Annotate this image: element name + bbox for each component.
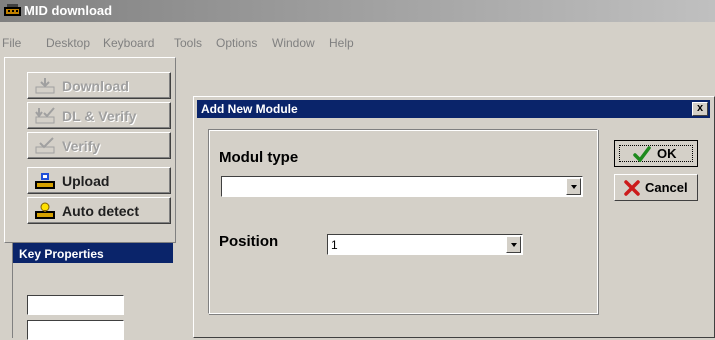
ok-button-label: OK <box>657 146 677 161</box>
menu-bar: File Desktop Keyboard Tools Options Wind… <box>0 32 715 54</box>
modul-type-label: Modul type <box>219 149 299 166</box>
upload-button-label: Upload <box>62 173 110 189</box>
toolbar-panel: Download DL & Verify Verify Upload Auto … <box>4 57 176 243</box>
app-icon <box>4 4 21 16</box>
dialog-close-button[interactable]: x <box>692 102 708 116</box>
download-button-label: Download <box>62 78 129 94</box>
download-icon <box>35 78 55 94</box>
add-new-module-dialog: Add New Module x Modul type Position 1 O… <box>193 96 715 338</box>
menu-options[interactable]: Options <box>216 36 257 50</box>
key-property-field-1[interactable] <box>27 295 124 315</box>
dialog-title: Add New Module <box>201 102 298 116</box>
position-select[interactable]: 1 <box>327 234 523 255</box>
menu-tools[interactable]: Tools <box>174 36 202 50</box>
key-properties-header: Key Properties <box>13 243 173 263</box>
auto-detect-button[interactable]: Auto detect <box>27 197 171 224</box>
verify-button-label: Verify <box>62 138 101 154</box>
dl-verify-icon <box>35 107 55 124</box>
auto-detect-icon <box>35 202 55 219</box>
menu-file[interactable]: File <box>2 36 21 50</box>
dl-verify-button[interactable]: DL & Verify <box>27 102 171 129</box>
chevron-down-icon[interactable] <box>506 236 521 253</box>
menu-keyboard[interactable]: Keyboard <box>103 36 154 50</box>
menu-help[interactable]: Help <box>329 36 354 50</box>
focus-ring <box>619 145 693 162</box>
chevron-down-icon[interactable] <box>566 178 581 195</box>
window-title-bar: MID download <box>0 0 715 22</box>
close-icon: x <box>696 102 704 114</box>
key-properties-panel: Key Properties <box>12 243 175 340</box>
menu-window[interactable]: Window <box>272 36 315 50</box>
cancel-x-icon <box>624 180 640 196</box>
modul-type-select[interactable] <box>221 176 583 197</box>
menu-desktop[interactable]: Desktop <box>46 36 90 50</box>
download-button[interactable]: Download <box>27 72 171 99</box>
ok-button[interactable]: OK <box>614 140 698 167</box>
dialog-title-bar: Add New Module x <box>197 100 710 118</box>
module-settings-group: Modul type Position 1 <box>208 129 598 314</box>
dl-verify-button-label: DL & Verify <box>62 108 137 124</box>
verify-icon <box>35 137 55 154</box>
check-icon <box>633 146 651 162</box>
cancel-button[interactable]: Cancel <box>614 174 698 201</box>
verify-button[interactable]: Verify <box>27 132 171 159</box>
window-title: MID download <box>24 3 113 18</box>
upload-icon <box>35 173 55 189</box>
upload-button[interactable]: Upload <box>27 167 171 194</box>
position-label: Position <box>219 233 279 250</box>
key-property-field-2[interactable] <box>27 320 124 340</box>
cancel-button-label: Cancel <box>645 180 688 195</box>
auto-detect-button-label: Auto detect <box>62 203 139 219</box>
position-value: 1 <box>331 238 338 252</box>
